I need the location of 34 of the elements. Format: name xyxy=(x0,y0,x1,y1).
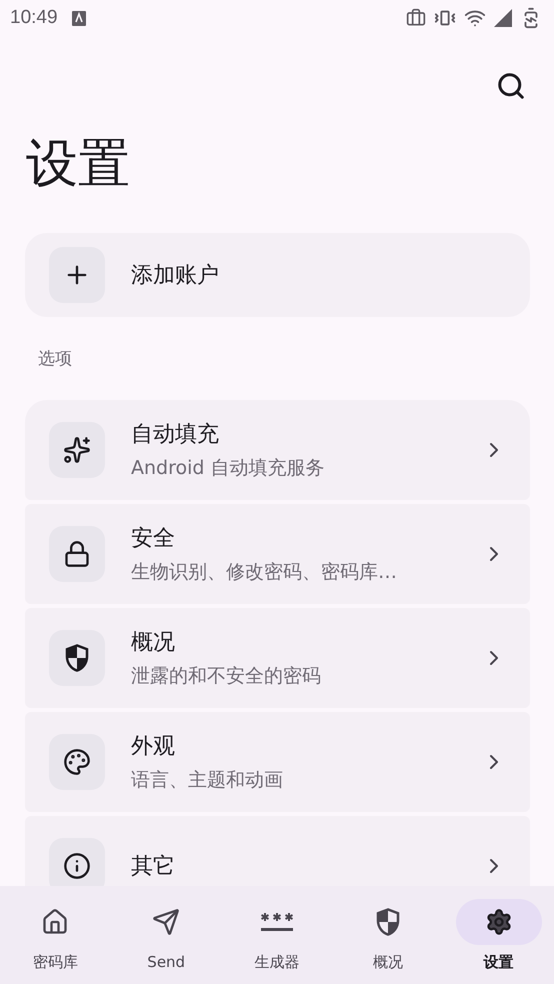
nav-tab[interactable]: 密码库 xyxy=(5,898,106,972)
item-subtitle: 泄露的和不安全的密码 xyxy=(131,664,322,690)
palette-icon xyxy=(63,748,91,776)
item-subtitle: Android 自动填充服务 xyxy=(131,456,326,482)
page-title: 设置 xyxy=(26,136,131,194)
nav-tab[interactable]: 概况 xyxy=(338,898,438,972)
section-label: 选项 xyxy=(38,348,73,370)
add-account-label: 添加账户 xyxy=(131,262,219,290)
item-title: 外观 xyxy=(131,733,176,762)
send-icon xyxy=(152,908,180,936)
settings-item[interactable]: 安全 生物识别、修改密码、密码库… xyxy=(25,504,530,604)
settings-item[interactable]: 概况 泄露的和不安全的密码 xyxy=(25,608,530,708)
nav-tab[interactable]: Send xyxy=(116,898,216,972)
home-icon xyxy=(41,908,70,936)
signal-icon xyxy=(494,9,512,27)
add-account-card[interactable]: 添加账户 xyxy=(25,233,530,318)
item-subtitle: 语言、主题和动画 xyxy=(131,768,284,794)
status-time: 10:49 xyxy=(10,7,58,29)
item-title: 其它 xyxy=(131,853,176,882)
item-title: 自动填充 xyxy=(131,421,220,450)
item-subtitle: 生物识别、修改密码、密码库… xyxy=(131,560,398,586)
lock-icon xyxy=(63,540,91,568)
sparkle-icon xyxy=(63,436,91,464)
settings-item[interactable]: 外观 语言、主题和动画 xyxy=(25,712,530,812)
notification-icon xyxy=(72,10,86,26)
item-title: 概况 xyxy=(131,629,176,658)
info-icon xyxy=(63,852,91,880)
item-title: 安全 xyxy=(131,525,176,554)
nav-tab[interactable]: 生成器 xyxy=(226,898,327,972)
settings-item[interactable]: 其它 xyxy=(25,816,530,886)
plus-icon xyxy=(49,247,105,304)
briefcase-icon xyxy=(406,8,426,28)
settings-icon xyxy=(484,908,513,936)
settings-item[interactable]: 自动填充 Android 自动填充服务 xyxy=(25,400,530,500)
